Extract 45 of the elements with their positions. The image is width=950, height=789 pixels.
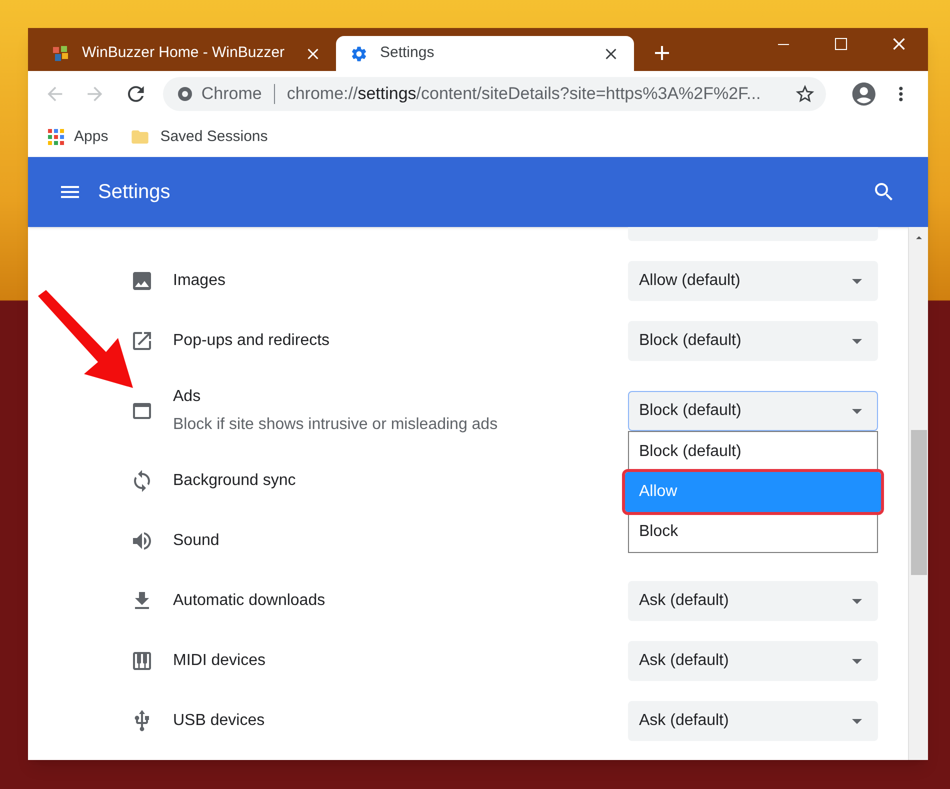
bookmark[interactable]: Saved Sessions <box>130 126 268 148</box>
dropdown-option[interactable]: Block (default) <box>629 432 877 472</box>
chrome-icon <box>177 86 194 102</box>
permission-label: Ads <box>173 387 202 407</box>
scrollbar-thumb[interactable] <box>911 430 927 575</box>
caret-icon <box>852 278 862 284</box>
bookmark[interactable]: Apps <box>48 126 108 148</box>
profile-icon[interactable] <box>850 80 878 108</box>
address-bar[interactable]: Chrome chrome://settings/content/siteDetails?site=https%3A%2F%2F... <box>163 77 826 111</box>
permission-select[interactable]: Ask (default) <box>628 701 878 741</box>
permission-label: Pop-ups and redirects <box>173 331 331 351</box>
settings-icon <box>350 44 368 62</box>
dropdown-option[interactable]: Block <box>629 512 877 552</box>
url-text: chrome://settings/content/siteDetails?site=https%3A%2F%2F... <box>286 83 762 106</box>
browser-tab[interactable]: WinBuzzer Home - WinBuzzer <box>38 36 336 71</box>
permission-label: USB devices <box>173 711 266 731</box>
maximize-icon[interactable] <box>835 38 847 50</box>
image-icon <box>130 269 154 293</box>
permission-description: Block if site shows intrusive or misleading ads <box>173 415 499 435</box>
tab-title: WinBuzzer Home - WinBuzzer <box>82 43 286 64</box>
external-link-icon <box>130 329 154 353</box>
permission-label: Sound <box>173 531 220 551</box>
scrollbar[interactable] <box>908 227 928 760</box>
permission-label: Images <box>173 271 226 291</box>
star-icon[interactable] <box>794 83 816 105</box>
permission-select[interactable]: Block (default) <box>628 391 878 431</box>
page-title: Settings <box>98 180 172 205</box>
piano-keys-icon <box>130 649 154 673</box>
permission-select[interactable]: Allow (default) <box>628 261 878 301</box>
cubes-icon <box>52 44 70 62</box>
tab-title: Settings <box>380 43 436 64</box>
site-label: Chrome <box>201 83 262 106</box>
caret-icon <box>852 408 862 414</box>
browser-tab[interactable]: Settings <box>336 36 634 71</box>
caret-icon <box>852 338 862 344</box>
permission-select[interactable]: Ask (default) <box>628 581 878 621</box>
apps-grid-icon <box>48 129 64 145</box>
caret-icon <box>852 598 862 604</box>
permission-label: Background sync <box>173 471 297 491</box>
caret-icon <box>852 718 862 724</box>
permission-label: MIDI devices <box>173 651 266 671</box>
permission-label: Automatic downloads <box>173 591 326 611</box>
permission-select[interactable]: Block (default) <box>628 321 878 361</box>
permission-select[interactable]: Ask (default) <box>628 641 878 681</box>
caret-icon <box>852 658 862 664</box>
